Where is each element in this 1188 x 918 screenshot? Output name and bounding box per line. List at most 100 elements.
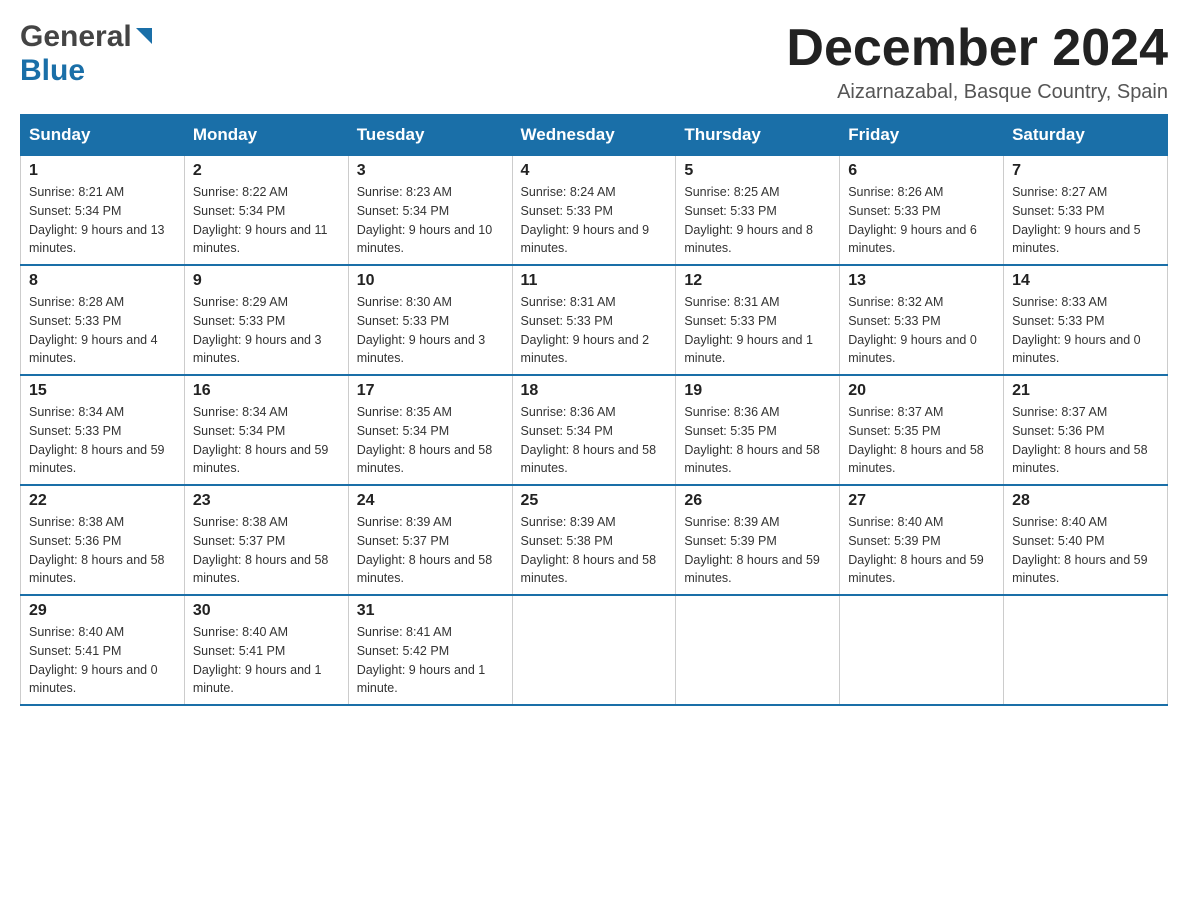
calendar-cell: 18 Sunrise: 8:36 AMSunset: 5:34 PMDayligh… [512, 375, 676, 485]
day-info: Sunrise: 8:36 AMSunset: 5:34 PMDaylight:… [521, 403, 668, 478]
calendar-cell [676, 595, 840, 705]
day-number: 29 [29, 602, 176, 620]
day-info: Sunrise: 8:22 AMSunset: 5:34 PMDaylight:… [193, 183, 340, 258]
calendar-cell: 9Sunrise: 8:29 AMSunset: 5:33 PMDaylight… [184, 265, 348, 375]
day-number: 24 [357, 492, 504, 510]
calendar-cell: 14 Sunrise: 8:33 AMSunset: 5:33 PMDayligh… [1004, 265, 1168, 375]
calendar-cell: 13Sunrise: 8:32 AMSunset: 5:33 PMDayligh… [840, 265, 1004, 375]
weekday-header-row: SundayMondayTuesdayWednesdayThursdayFrid… [21, 115, 1168, 156]
title-block: December 2024 Aizarnazabal, Basque Count… [786, 20, 1168, 104]
day-number: 8 [29, 272, 176, 290]
month-title: December 2024 [786, 20, 1168, 77]
calendar-cell: 3Sunrise: 8:23 AMSunset: 5:34 PMDaylight… [348, 156, 512, 266]
day-info: Sunrise: 8:36 AMSunset: 5:35 PMDaylight:… [684, 403, 831, 478]
day-number: 28 [1012, 492, 1159, 510]
day-info: Sunrise: 8:41 AMSunset: 5:42 PMDaylight:… [357, 623, 504, 698]
day-info: Sunrise: 8:38 AMSunset: 5:36 PMDaylight:… [29, 513, 176, 588]
calendar-cell: 5 Sunrise: 8:25 AMSunset: 5:33 PMDaylight… [676, 156, 840, 266]
day-number: 10 [357, 272, 504, 290]
logo: General Blue [20, 20, 154, 88]
day-info: Sunrise: 8:40 AMSunset: 5:41 PMDaylight:… [29, 623, 176, 698]
calendar-week-2: 8 Sunrise: 8:28 AMSunset: 5:33 PMDaylight… [21, 265, 1168, 375]
calendar-cell: 4 Sunrise: 8:24 AMSunset: 5:33 PMDaylight… [512, 156, 676, 266]
calendar-cell [840, 595, 1004, 705]
calendar-cell: 25Sunrise: 8:39 AMSunset: 5:38 PMDayligh… [512, 485, 676, 595]
weekday-header-sunday: Sunday [21, 115, 185, 156]
day-info: Sunrise: 8:30 AMSunset: 5:33 PMDaylight:… [357, 293, 504, 368]
weekday-header-thursday: Thursday [676, 115, 840, 156]
day-info: Sunrise: 8:29 AMSunset: 5:33 PMDaylight:… [193, 293, 340, 368]
calendar-cell: 10 Sunrise: 8:30 AMSunset: 5:33 PMDayligh… [348, 265, 512, 375]
day-number: 5 [684, 162, 831, 180]
day-info: Sunrise: 8:31 AMSunset: 5:33 PMDaylight:… [521, 293, 668, 368]
weekday-header-tuesday: Tuesday [348, 115, 512, 156]
day-number: 26 [684, 492, 831, 510]
calendar-cell: 8 Sunrise: 8:28 AMSunset: 5:33 PMDaylight… [21, 265, 185, 375]
day-info: Sunrise: 8:26 AMSunset: 5:33 PMDaylight:… [848, 183, 995, 258]
day-number: 14 [1012, 272, 1159, 290]
day-info: Sunrise: 8:28 AMSunset: 5:33 PMDaylight:… [29, 293, 176, 368]
day-number: 11 [521, 272, 668, 290]
day-number: 1 [29, 162, 176, 180]
day-number: 13 [848, 272, 995, 290]
calendar-body: 1Sunrise: 8:21 AMSunset: 5:34 PMDaylight… [21, 156, 1168, 706]
day-number: 16 [193, 382, 340, 400]
day-number: 23 [193, 492, 340, 510]
day-number: 27 [848, 492, 995, 510]
day-info: Sunrise: 8:27 AMSunset: 5:33 PMDaylight:… [1012, 183, 1159, 258]
calendar-cell [1004, 595, 1168, 705]
calendar-cell: 30 Sunrise: 8:40 AMSunset: 5:41 PMDayligh… [184, 595, 348, 705]
day-number: 22 [29, 492, 176, 510]
logo-general-text: General [20, 20, 132, 54]
calendar-cell: 2 Sunrise: 8:22 AMSunset: 5:34 PMDaylight… [184, 156, 348, 266]
day-info: Sunrise: 8:25 AMSunset: 5:33 PMDaylight:… [684, 183, 831, 258]
day-number: 7 [1012, 162, 1159, 180]
calendar-cell: 15 Sunrise: 8:34 AMSunset: 5:33 PMDayligh… [21, 375, 185, 485]
day-number: 30 [193, 602, 340, 620]
calendar-table: SundayMondayTuesdayWednesdayThursdayFrid… [20, 114, 1168, 706]
logo-blue-text: Blue [20, 54, 85, 87]
calendar-cell: 11 Sunrise: 8:31 AMSunset: 5:33 PMDayligh… [512, 265, 676, 375]
weekday-header-monday: Monday [184, 115, 348, 156]
day-info: Sunrise: 8:33 AMSunset: 5:33 PMDaylight:… [1012, 293, 1159, 368]
weekday-header-wednesday: Wednesday [512, 115, 676, 156]
day-info: Sunrise: 8:34 AMSunset: 5:34 PMDaylight:… [193, 403, 340, 478]
calendar-cell: 19 Sunrise: 8:36 AMSunset: 5:35 PMDayligh… [676, 375, 840, 485]
calendar-week-3: 15 Sunrise: 8:34 AMSunset: 5:33 PMDayligh… [21, 375, 1168, 485]
day-number: 15 [29, 382, 176, 400]
day-info: Sunrise: 8:38 AMSunset: 5:37 PMDaylight:… [193, 513, 340, 588]
day-number: 3 [357, 162, 504, 180]
day-info: Sunrise: 8:39 AMSunset: 5:39 PMDaylight:… [684, 513, 831, 588]
calendar-cell: 20 Sunrise: 8:37 AMSunset: 5:35 PMDayligh… [840, 375, 1004, 485]
day-info: Sunrise: 8:40 AMSunset: 5:40 PMDaylight:… [1012, 513, 1159, 588]
day-info: Sunrise: 8:40 AMSunset: 5:39 PMDaylight:… [848, 513, 995, 588]
day-info: Sunrise: 8:37 AMSunset: 5:35 PMDaylight:… [848, 403, 995, 478]
location-text: Aizarnazabal, Basque Country, Spain [786, 81, 1168, 104]
day-number: 12 [684, 272, 831, 290]
day-number: 20 [848, 382, 995, 400]
calendar-cell: 12 Sunrise: 8:31 AMSunset: 5:33 PMDayligh… [676, 265, 840, 375]
weekday-header-saturday: Saturday [1004, 115, 1168, 156]
calendar-cell: 1Sunrise: 8:21 AMSunset: 5:34 PMDaylight… [21, 156, 185, 266]
day-info: Sunrise: 8:39 AMSunset: 5:37 PMDaylight:… [357, 513, 504, 588]
calendar-header: SundayMondayTuesdayWednesdayThursdayFrid… [21, 115, 1168, 156]
calendar-cell: 26 Sunrise: 8:39 AMSunset: 5:39 PMDayligh… [676, 485, 840, 595]
day-info: Sunrise: 8:37 AMSunset: 5:36 PMDaylight:… [1012, 403, 1159, 478]
day-number: 18 [521, 382, 668, 400]
day-number: 2 [193, 162, 340, 180]
day-info: Sunrise: 8:40 AMSunset: 5:41 PMDaylight:… [193, 623, 340, 698]
day-info: Sunrise: 8:24 AMSunset: 5:33 PMDaylight:… [521, 183, 668, 258]
day-number: 21 [1012, 382, 1159, 400]
calendar-cell: 23 Sunrise: 8:38 AMSunset: 5:37 PMDayligh… [184, 485, 348, 595]
calendar-cell: 28 Sunrise: 8:40 AMSunset: 5:40 PMDayligh… [1004, 485, 1168, 595]
calendar-cell: 29 Sunrise: 8:40 AMSunset: 5:41 PMDayligh… [21, 595, 185, 705]
calendar-week-4: 22 Sunrise: 8:38 AMSunset: 5:36 PMDayligh… [21, 485, 1168, 595]
day-info: Sunrise: 8:34 AMSunset: 5:33 PMDaylight:… [29, 403, 176, 478]
calendar-cell: 24 Sunrise: 8:39 AMSunset: 5:37 PMDayligh… [348, 485, 512, 595]
day-info: Sunrise: 8:31 AMSunset: 5:33 PMDaylight:… [684, 293, 831, 368]
day-number: 4 [521, 162, 668, 180]
calendar-cell: 7 Sunrise: 8:27 AMSunset: 5:33 PMDaylight… [1004, 156, 1168, 266]
day-info: Sunrise: 8:39 AMSunset: 5:38 PMDaylight:… [521, 513, 668, 588]
page-header: General Blue December 2024 Aizarnazabal,… [20, 20, 1168, 104]
day-number: 19 [684, 382, 831, 400]
